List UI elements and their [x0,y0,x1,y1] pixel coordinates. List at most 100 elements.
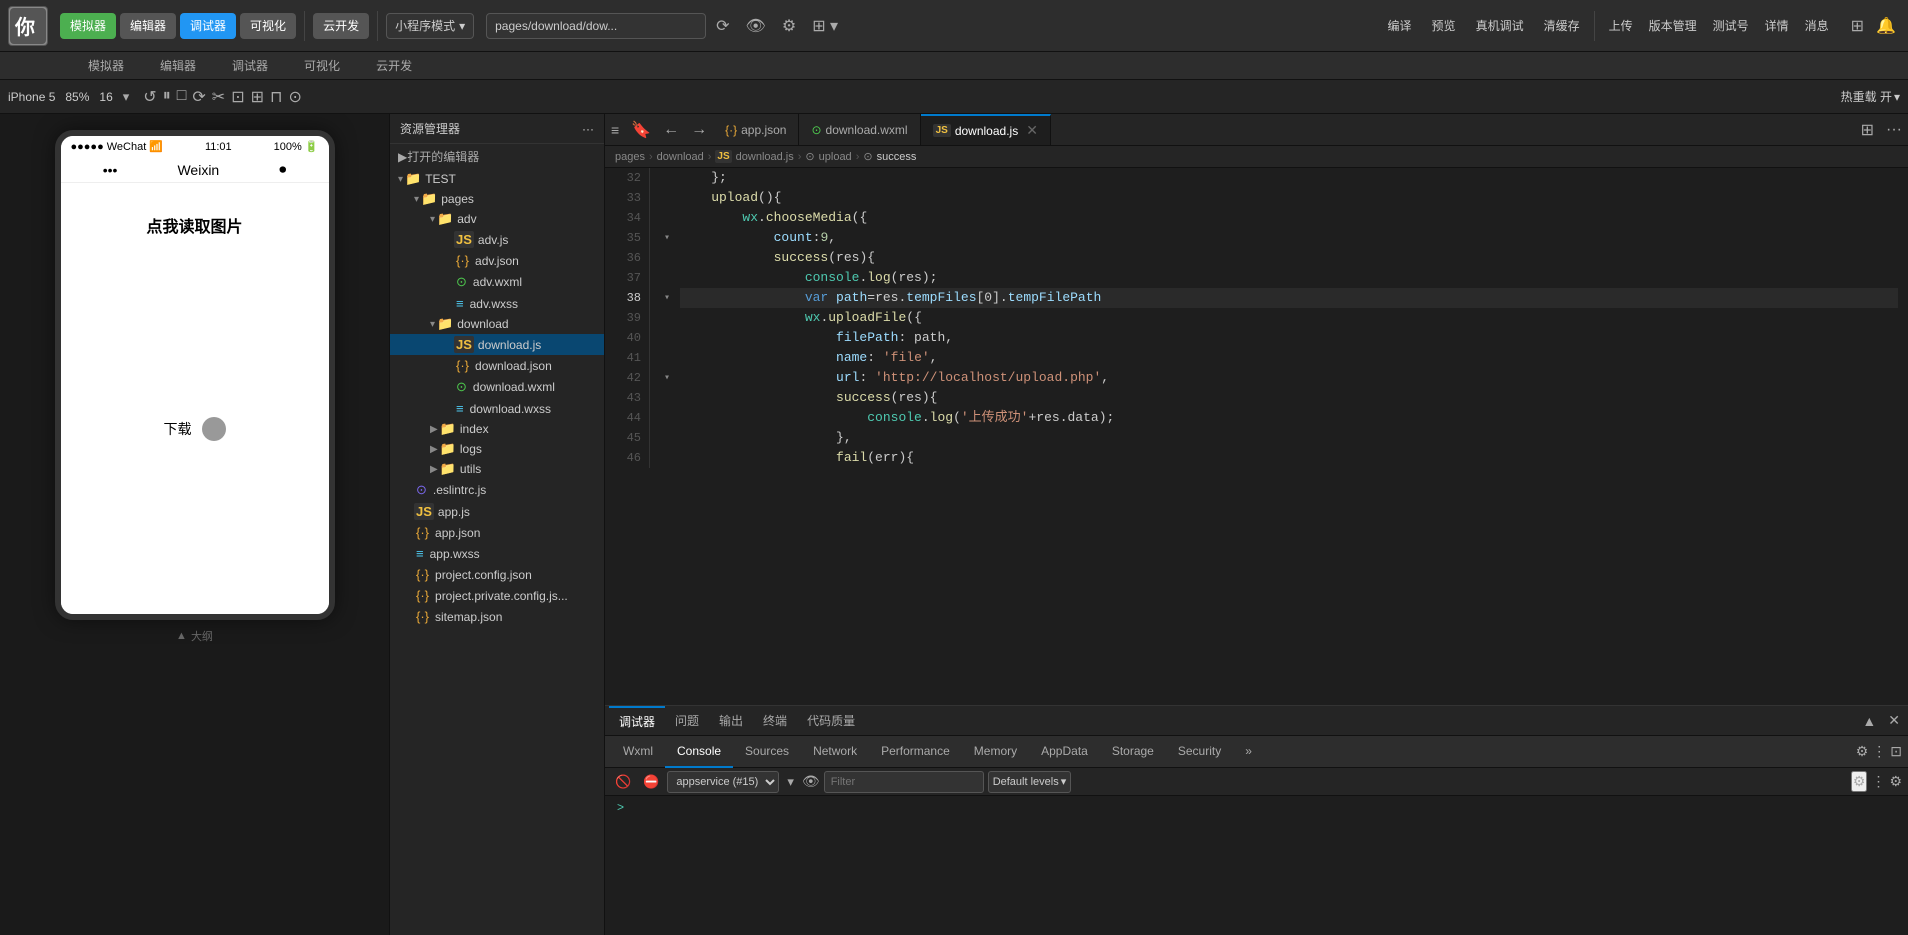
home-icon[interactable]: □ [177,87,187,107]
tree-item-app.js[interactable]: JS app.js [390,501,604,522]
hot-reload-toggle[interactable]: 热重载 开 ▾ [1841,88,1900,105]
console-levels[interactable]: Default levels ▾ [988,771,1072,793]
tree-item-index[interactable]: ▶ 📁 index [390,419,604,439]
appservice-select[interactable]: appservice (#15) [667,771,779,793]
tab-close-icon[interactable]: ✕ [1026,122,1038,139]
tree-item-app.json[interactable]: {·} app.json [390,522,604,543]
tree-item-adv.wxml[interactable]: ⊙ adv.wxml [390,271,604,293]
preview-btn[interactable]: 预览 [1426,15,1462,36]
realtest-btn[interactable]: 真机调试 [1470,15,1530,36]
console-options-icon[interactable]: ⋮ [1871,773,1885,790]
nav-cloud[interactable]: 云开发 [358,52,430,79]
tree-item-logs[interactable]: ▶ 📁 logs [390,439,604,459]
devtools-tab-appdata[interactable]: AppData [1029,736,1100,768]
close-bottom-icon[interactable]: ✕ [1884,710,1904,731]
more-icon[interactable]: ··· [582,122,594,136]
phone-download-btn[interactable] [202,417,226,441]
tab-download.js[interactable]: JS download.js ✕ [921,114,1051,146]
more-tabs-icon[interactable]: ··· [1880,119,1908,141]
network-icon[interactable]: ⟳ [192,87,205,107]
tree-item-app.wxss[interactable]: ≡ app.wxss [390,543,604,564]
url-bar[interactable]: pages/download/dow... [486,13,706,39]
phone-three-dots[interactable]: ••• [103,162,118,178]
console-gear-icon[interactable]: ⚙ [1851,771,1868,792]
nav-debug[interactable]: 调试器 [214,52,286,79]
tree-item-download.js[interactable]: JS download.js [390,334,604,355]
devtools-tab-security[interactable]: Security [1166,736,1233,768]
visual-btn[interactable]: 可视化 [240,13,296,39]
preview-icon[interactable]: 👁 [740,14,772,38]
breadcrumb-pages[interactable]: pages [615,151,645,163]
compile-btn[interactable]: 编译 [1382,15,1418,36]
forward-icon[interactable]: → [685,119,713,141]
layout1-icon[interactable]: ⊡ [231,87,244,107]
devtools-tab-wxml[interactable]: Wxml [611,736,665,768]
breadcrumb-upload[interactable]: upload [819,151,852,163]
appservice-dropdown-icon[interactable]: ▾ [783,772,798,792]
testing-btn[interactable]: 测试号 [1707,15,1755,36]
location-icon[interactable]: ⊙ [289,87,302,107]
tree-item-project.private.config.js[interactable]: {·} project.private.config.js... [390,585,604,606]
devtools-tab-storage[interactable]: Storage [1100,736,1166,768]
devtools-tab-memory[interactable]: Memory [962,736,1029,768]
pause-icon[interactable]: ⏸ [163,87,171,107]
breadcrumb-download[interactable]: download [657,151,704,163]
settings-icon[interactable]: ⚙ [776,14,802,38]
tree-item-pages[interactable]: ▾ 📁 pages [390,189,604,209]
tree-item-adv.json[interactable]: {·} adv.json [390,250,604,271]
tree-item-project.config.json[interactable]: {·} project.config.json [390,564,604,585]
upload-btn[interactable]: 上传 [1603,15,1639,36]
tab-menu-icon[interactable]: ≡ [605,120,625,140]
devtools-gear-icon[interactable]: ⚙ [1856,743,1869,760]
device-dropdown[interactable]: ▾ [123,89,130,105]
details-btn[interactable]: 详情 [1759,15,1795,36]
devtools-tab-network[interactable]: Network [801,736,869,768]
bottom-tab-debug[interactable]: 调试器 [609,706,665,736]
tree-item-.eslintrc.js[interactable]: ⊙ .eslintrc.js [390,479,604,501]
clearcache-btn[interactable]: 清缓存 [1538,15,1586,36]
nav-editor[interactable]: 编辑器 [142,52,214,79]
collapse-icon[interactable]: ▲ [1858,711,1880,731]
editor-btn[interactable]: 编辑器 [120,13,176,39]
devtools-tab-performance[interactable]: Performance [869,736,962,768]
tree-root[interactable]: ▾ 📁 TEST [390,169,604,189]
bell-icon[interactable]: 🔔 [1872,14,1900,38]
phone-record-btn[interactable]: ⏺ [279,161,286,178]
devtools-tab-console[interactable]: Console [665,736,733,768]
bottom-tab-quality[interactable]: 代码质量 [797,706,865,736]
bottom-tab-terminal[interactable]: 终端 [753,706,797,736]
open-editors-section[interactable]: ▶ 打开的编辑器 [390,144,604,169]
tab-app.json[interactable]: {·} app.json [713,114,799,146]
messages-btn[interactable]: 消息 [1799,15,1835,36]
simulator-btn[interactable]: 模拟器 [60,13,116,39]
devtools-tab-more[interactable]: » [1233,736,1264,768]
console-prompt-arrow[interactable]: > [613,798,628,816]
grid-icon[interactable]: ⊞ [1847,14,1868,38]
tree-item-utils[interactable]: ▶ 📁 utils [390,459,604,479]
tree-item-download[interactable]: ▾ 📁 download [390,314,604,334]
tab-download.wxml[interactable]: ⊙ download.wxml [799,114,920,146]
breadcrumb-downloadjs[interactable]: download.js [736,151,794,163]
devtools-dock-icon[interactable]: ⊡ [1890,743,1902,760]
version-btn[interactable]: 版本管理 [1643,15,1703,36]
nav-visual[interactable]: 可视化 [286,52,358,79]
tree-item-adv[interactable]: ▾ 📁 adv [390,209,604,229]
mode-selector[interactable]: 小程序模式 ▾ [386,13,474,39]
expand-icon[interactable]: ▲ [176,630,187,642]
bookmark-icon[interactable]: 🔖 [625,118,657,142]
tree-item-sitemap.json[interactable]: {·} sitemap.json [390,606,604,627]
scan-icon[interactable]: ⊓ [270,87,282,107]
phone-main-action[interactable]: 点我读取图片 [146,213,242,237]
tree-item-download.wxss[interactable]: ≡ download.wxss [390,398,604,419]
layout2-icon[interactable]: ⊞ [251,87,264,107]
debug-btn[interactable]: 调试器 [180,13,236,39]
tree-item-download.wxml[interactable]: ⊙ download.wxml [390,376,604,398]
devtools-tab-sources[interactable]: Sources [733,736,801,768]
back-icon[interactable]: ← [657,119,685,141]
split-icon[interactable]: ⊞ [1855,118,1880,142]
cut-icon[interactable]: ✂ [212,87,225,107]
tree-item-adv.js[interactable]: JS adv.js [390,229,604,250]
eye-icon[interactable]: 👁 [802,773,820,790]
bottom-tab-issues[interactable]: 问题 [665,706,709,736]
tree-item-download.json[interactable]: {·} download.json [390,355,604,376]
